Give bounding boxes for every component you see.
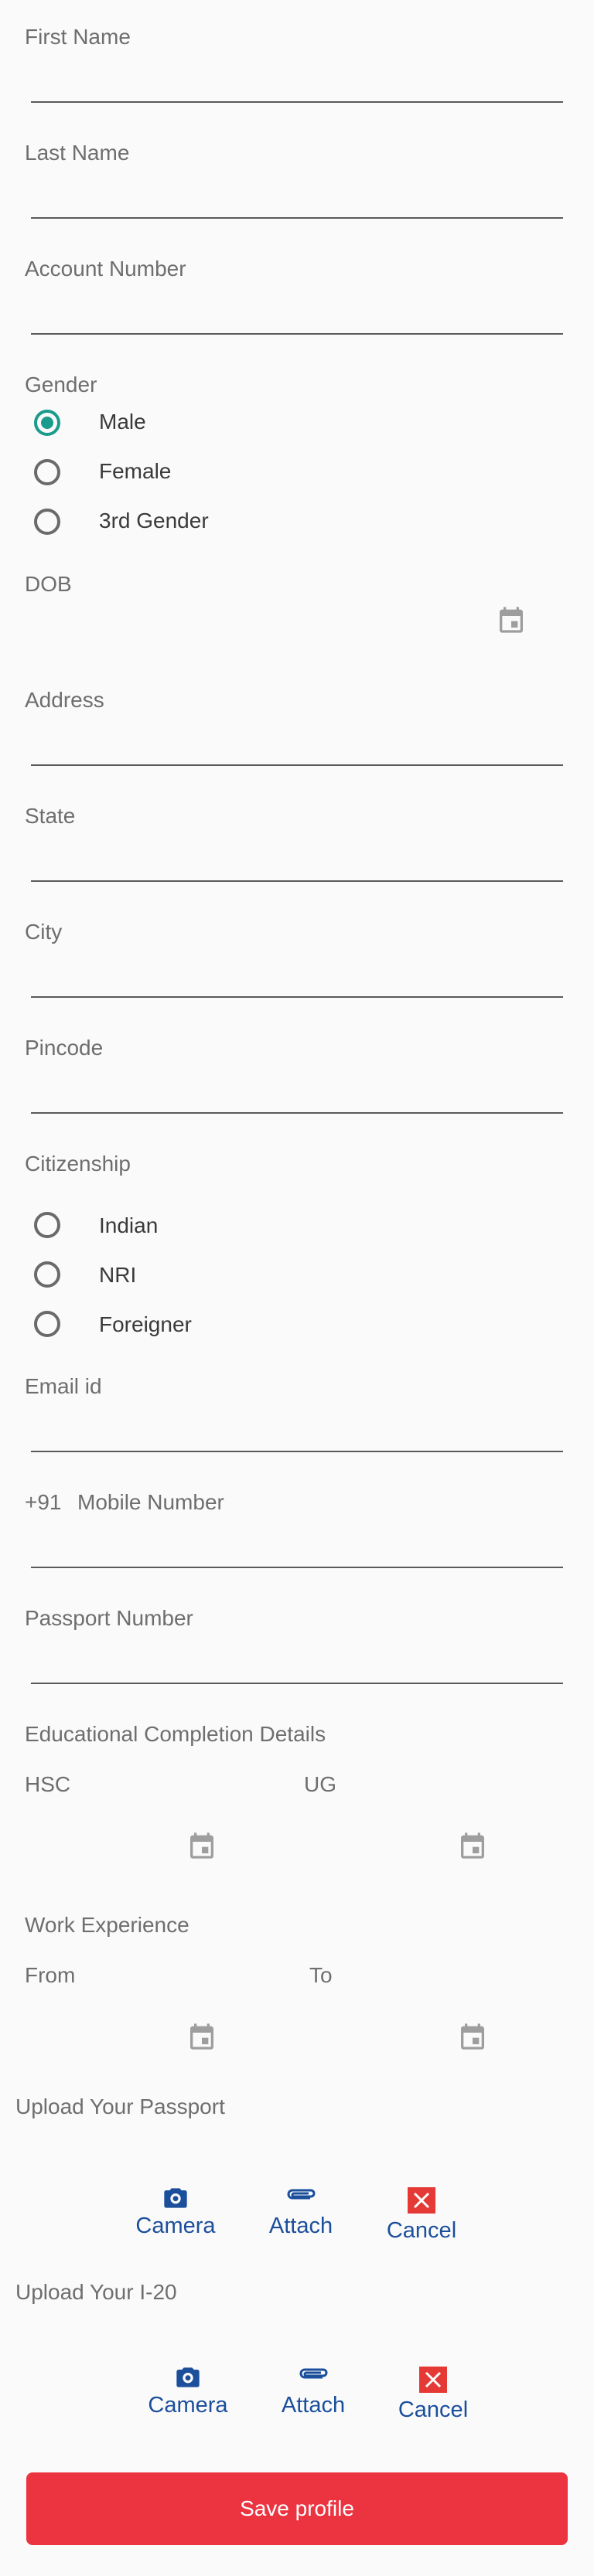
mobile-label: Mobile Number (77, 1490, 224, 1514)
upload-i20-label: Upload Your I-20 (15, 2280, 177, 2304)
citizenship-nri-radio[interactable] (34, 1261, 60, 1288)
citizenship-label: Citizenship (25, 1152, 131, 1176)
dob-calendar-icon[interactable] (496, 604, 527, 635)
passport-camera-button[interactable]: Camera (133, 2187, 218, 2239)
gender-female-label[interactable]: Female (99, 459, 171, 484)
citizenship-nri-label[interactable]: NRI (99, 1263, 136, 1288)
gender-female-radio[interactable] (34, 459, 60, 485)
citizenship-foreigner-radio[interactable] (34, 1311, 60, 1337)
passport-number-input[interactable] (31, 1683, 563, 1684)
city-label: City (25, 920, 63, 944)
pincode-label: Pincode (25, 1036, 104, 1060)
ug-label: UG (304, 1772, 336, 1796)
first-name-input[interactable] (31, 101, 563, 103)
save-profile-button[interactable]: Save profile (26, 2472, 568, 2545)
passport-attach-label: Attach (268, 2214, 333, 2238)
passport-number-label: Passport Number (25, 1606, 193, 1630)
last-name-input[interactable] (31, 217, 563, 219)
email-label: Email id (25, 1374, 102, 1398)
i20-camera-button[interactable]: Camera (145, 2367, 230, 2418)
work-from-calendar-icon[interactable] (186, 2021, 217, 2052)
state-input[interactable] (31, 880, 563, 882)
passport-cancel-label: Cancel (386, 2218, 457, 2243)
citizenship-indian-radio[interactable] (34, 1212, 60, 1238)
paperclip-icon (287, 2189, 316, 2200)
i20-cancel-label: Cancel (398, 2397, 469, 2422)
pincode-input[interactable] (31, 1112, 563, 1114)
i20-camera-label: Camera (148, 2393, 228, 2418)
close-icon (419, 2367, 447, 2393)
education-label: Educational Completion Details (25, 1722, 326, 1746)
mobile-input[interactable] (31, 1567, 563, 1568)
account-number-input[interactable] (31, 333, 563, 335)
hsc-calendar-icon[interactable] (186, 1830, 217, 1861)
address-input[interactable] (31, 764, 563, 766)
gender-male-radio[interactable] (34, 410, 60, 436)
passport-cancel-button[interactable]: Cancel (379, 2187, 464, 2244)
account-number-label: Account Number (25, 257, 186, 281)
work-to-label: To (309, 1963, 333, 1987)
gender-3rd-label[interactable]: 3rd Gender (99, 509, 209, 533)
last-name-label: Last Name (25, 141, 130, 165)
passport-camera-label: Camera (135, 2214, 216, 2238)
upload-passport-label: Upload Your Passport (15, 2094, 225, 2118)
camera-icon (176, 2367, 200, 2387)
ug-calendar-icon[interactable] (457, 1830, 488, 1861)
citizenship-foreigner-label[interactable]: Foreigner (99, 1312, 192, 1337)
i20-attach-label: Attach (281, 2393, 346, 2418)
citizenship-indian-label[interactable]: Indian (99, 1213, 158, 1238)
state-label: State (25, 804, 76, 828)
work-from-label: From (25, 1963, 76, 1987)
gender-label: Gender (25, 373, 97, 396)
work-experience-label: Work Experience (25, 1913, 189, 1937)
work-to-calendar-icon[interactable] (457, 2021, 488, 2052)
passport-attach-button[interactable]: Attach (258, 2187, 343, 2239)
i20-attach-button[interactable]: Attach (271, 2367, 356, 2418)
gender-male-label[interactable]: Male (99, 410, 146, 434)
city-input[interactable] (31, 996, 563, 998)
first-name-label: First Name (25, 25, 131, 49)
camera-icon (164, 2188, 187, 2208)
hsc-label: HSC (25, 1772, 71, 1796)
i20-cancel-button[interactable]: Cancel (391, 2367, 476, 2423)
dob-label: DOB (25, 572, 72, 596)
paperclip-icon (299, 2368, 328, 2379)
close-icon (408, 2187, 435, 2214)
address-label: Address (25, 688, 104, 712)
mobile-prefix: +91 (25, 1490, 62, 1514)
email-input[interactable] (31, 1451, 563, 1452)
gender-3rd-radio[interactable] (34, 509, 60, 535)
